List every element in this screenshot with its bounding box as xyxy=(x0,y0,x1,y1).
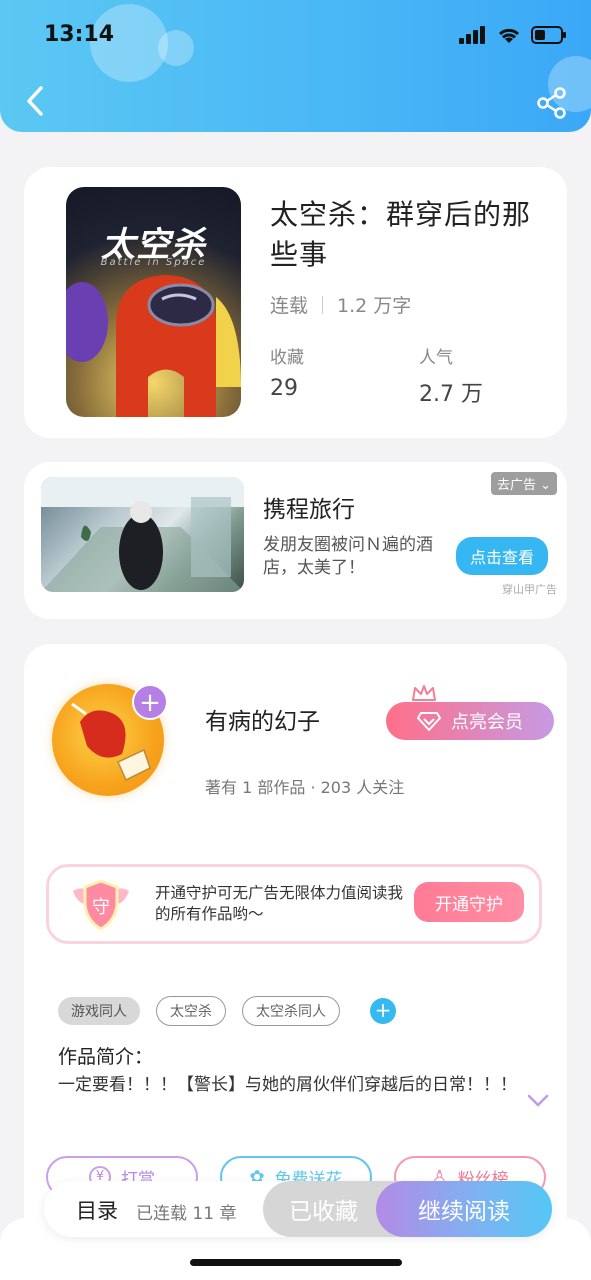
tag-item[interactable]: 太空杀同人 xyxy=(242,996,340,1026)
guard-promo: 守 开通守护可无广告无限体力值阅读我的所有作品哟～ 开通守护 xyxy=(46,864,542,944)
battery-icon xyxy=(531,26,566,44)
vip-button[interactable]: 点亮会员 xyxy=(386,702,554,740)
ad-title: 携程旅行 xyxy=(263,497,355,523)
share-button[interactable] xyxy=(535,86,569,120)
back-button[interactable] xyxy=(20,84,50,118)
word-count: 1.2 万字 xyxy=(337,295,412,317)
add-tag-button[interactable]: + xyxy=(370,998,396,1024)
book-info-card: 太空杀 Battle in Space 太空杀：群穿后的那些事 连载 1.2 万… xyxy=(24,167,567,438)
stat-popularity: 人气 2.7 万 xyxy=(419,343,483,408)
book-status-row: 连载 1.2 万字 xyxy=(270,291,411,318)
open-guard-button[interactable]: 开通守护 xyxy=(414,882,524,922)
home-indicator xyxy=(190,1259,402,1266)
ad-card[interactable]: 携程旅行 发朋友圈被问Ｎ遍的酒店，太美了！ 去广告 ⌄ 点击查看 穿山甲广告 xyxy=(24,462,567,619)
book-title: 太空杀：群穿后的那些事 xyxy=(270,198,532,271)
remove-ad-button[interactable]: 去广告 ⌄ xyxy=(490,472,557,495)
expand-chevron-icon[interactable] xyxy=(527,1094,549,1108)
header-bar: 13:14 xyxy=(0,0,591,132)
chevron-down-icon: ⌄ xyxy=(540,478,551,493)
divider xyxy=(322,295,324,314)
crown-icon xyxy=(412,685,436,701)
share-icon xyxy=(537,87,566,119)
tag-list: 游戏同人 太空杀 太空杀同人 + xyxy=(58,996,396,1026)
stat-label: 收藏 xyxy=(270,348,304,368)
stat-value: 2.7 万 xyxy=(419,382,483,407)
status-icons xyxy=(459,26,567,44)
continue-reading-button[interactable]: 继续阅读 xyxy=(376,1181,552,1237)
author-meta: 著有 1 部作品 · 203 人关注 xyxy=(205,778,405,797)
serial-status: 连载 xyxy=(270,295,309,317)
hotel-photo xyxy=(41,477,244,592)
stat-value: 29 xyxy=(270,376,298,401)
ad-source: 穿山甲广告 xyxy=(502,583,557,596)
guard-icon-char: 守 xyxy=(92,897,110,918)
diamond-icon xyxy=(417,712,441,731)
stat-favorites: 收藏 29 xyxy=(270,343,304,401)
book-cover[interactable]: 太空杀 Battle in Space xyxy=(66,187,241,417)
remove-ad-label: 去广告 xyxy=(496,478,536,493)
vip-label: 点亮会员 xyxy=(451,712,523,733)
guard-text: 开通守护可无广告无限体力值阅读我的所有作品哟～ xyxy=(155,884,404,923)
follow-plus-button[interactable]: + xyxy=(132,684,168,720)
bottom-bar: 目录 已连载 11 章 已收藏 继续阅读 xyxy=(44,1181,552,1237)
wifi-icon xyxy=(498,28,520,43)
ad-description: 发朋友圈被问Ｎ遍的酒店，太美了！ xyxy=(263,535,433,578)
stat-label: 人气 xyxy=(419,348,453,368)
author-name: 有病的幻子 xyxy=(205,709,320,735)
shield-wings-icon: 守 xyxy=(73,879,129,931)
signal-icon xyxy=(459,26,485,44)
intro-label: 作品简介： xyxy=(58,1046,154,1068)
ad-cta-button[interactable]: 点击查看 xyxy=(455,537,548,575)
toc-button[interactable]: 目录 xyxy=(76,1195,118,1225)
tag-item[interactable]: 游戏同人 xyxy=(58,997,140,1025)
intro-text: 一定要看！！！【警长】与她的屑伙伴们穿越后的日常！！！ xyxy=(58,1075,517,1095)
status-time: 13:14 xyxy=(44,22,115,47)
chevron-left-icon xyxy=(27,86,43,116)
tag-item[interactable]: 太空杀 xyxy=(156,996,226,1026)
cover-subtitle: Battle in Space xyxy=(100,257,207,268)
chapter-count: 已连载 11 章 xyxy=(136,1204,237,1224)
ad-image[interactable] xyxy=(41,477,244,592)
